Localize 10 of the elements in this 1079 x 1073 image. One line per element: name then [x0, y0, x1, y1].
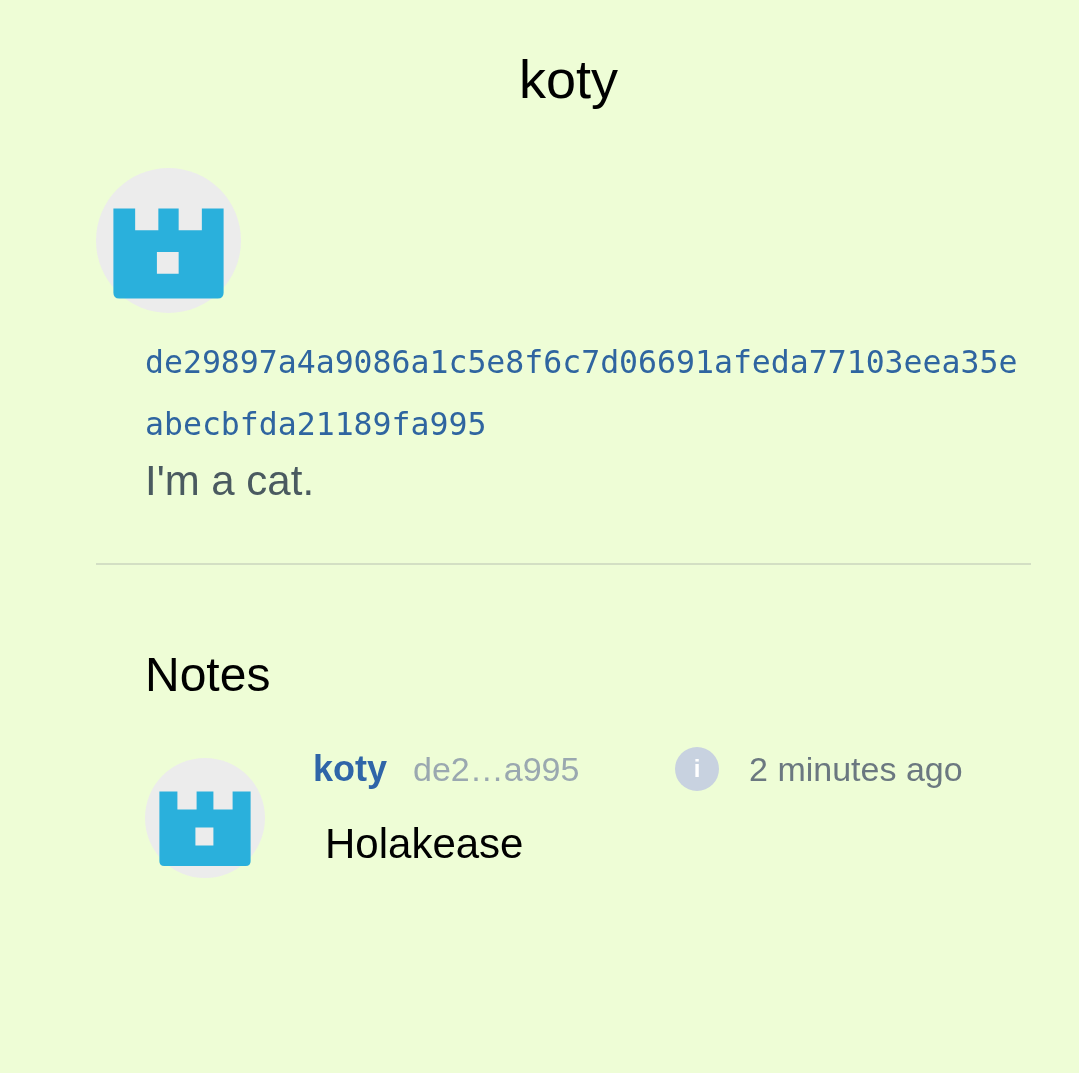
profile-name: koty — [517, 48, 619, 110]
note-content: Holakease — [325, 820, 525, 868]
note-time: 2 minutes ago — [749, 749, 963, 789]
note-key: de2…a995 — [413, 749, 676, 789]
public-key: de29897a4a9086a1c5e8f6c7d06691afeda77103eea35eabecbfda21189fa995 — [145, 331, 1018, 455]
avatar-icon — [145, 758, 265, 878]
avatar-icon — [96, 168, 241, 313]
note-author[interactable]: koty — [313, 748, 388, 790]
notes-heading: Notes — [145, 647, 272, 702]
profile-about: I'm a cat. — [145, 457, 316, 505]
